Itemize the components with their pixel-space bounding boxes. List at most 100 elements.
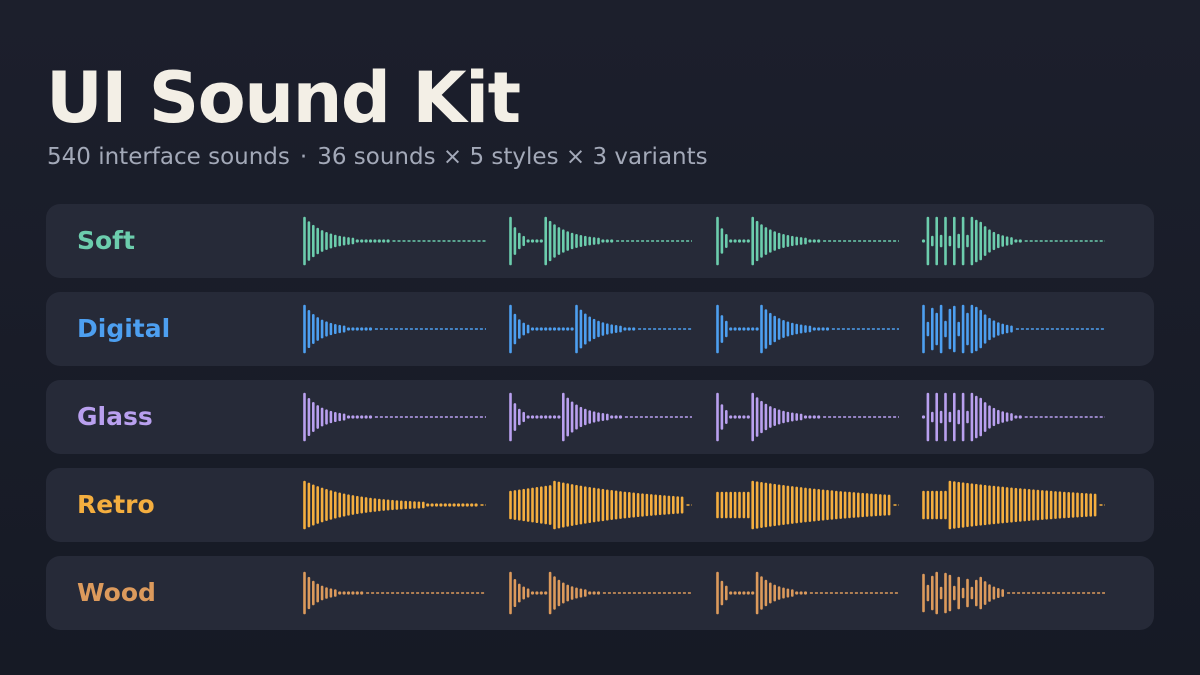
waveform-bar <box>434 503 439 507</box>
waveform-bar <box>737 415 742 419</box>
waveform-bar <box>733 327 737 331</box>
waveform-bar <box>601 239 605 243</box>
waveform-bar <box>825 327 830 331</box>
page-subtitle: 540 interface sounds · 36 sounds × 5 style… <box>47 142 708 172</box>
waveform-bar <box>729 591 733 595</box>
waveform-bar <box>530 327 535 331</box>
waveform-bar <box>812 239 816 243</box>
waveform-bar <box>368 327 373 331</box>
waveform-bar <box>817 415 821 419</box>
style-row-wood[interactable]: Wood <box>46 556 1154 630</box>
waveform-bar <box>627 327 631 331</box>
waveform-bar <box>821 327 825 331</box>
waveform-bar <box>817 327 821 331</box>
style-row-glass[interactable]: Glass <box>46 380 1154 454</box>
glass-waveform-2-icon[interactable] <box>508 387 694 447</box>
waveform-bar <box>921 239 926 243</box>
waveform-bar <box>1014 239 1018 243</box>
waveform-bar <box>535 415 539 419</box>
waveform-bar <box>557 327 561 331</box>
waveform-bar <box>799 591 803 595</box>
waveform-bar <box>746 415 750 419</box>
waveform-bar <box>465 503 469 507</box>
waveform-bar <box>360 327 364 331</box>
style-label-soft: Soft <box>77 226 136 255</box>
waveform-bar <box>535 327 539 331</box>
waveform-bar <box>355 415 359 419</box>
waveform-bar <box>364 327 368 331</box>
kit-breakdown: 36 sounds × 5 styles × 3 variants <box>317 144 708 170</box>
glass-waveform-4-icon[interactable] <box>921 387 1107 447</box>
waveform-bar <box>470 503 474 507</box>
glass-waveform-1-icon[interactable] <box>302 387 488 447</box>
waveform-bar <box>377 239 381 243</box>
waveform-bar <box>605 239 609 243</box>
soft-waveform-4-icon[interactable] <box>921 211 1107 271</box>
retro-waveform-3-icon[interactable] <box>715 475 901 535</box>
glass-waveform-3-icon[interactable] <box>715 387 901 447</box>
waveform-bar <box>733 591 737 595</box>
waveform-bar <box>351 591 355 595</box>
waveform-bar <box>623 327 627 331</box>
wood-waveform-4-icon[interactable] <box>921 563 1107 623</box>
waveform-bar <box>552 415 557 419</box>
waveform-bar <box>474 503 478 507</box>
waveform-bar <box>803 591 808 595</box>
waveform-bar <box>373 239 377 243</box>
waveform-bar <box>1018 415 1022 419</box>
waveform-bar <box>618 415 623 419</box>
waveform-bar <box>452 503 456 507</box>
waveform-bar <box>795 591 799 595</box>
sound-count: 540 interface sounds <box>47 144 290 170</box>
waveform-bar <box>614 415 618 419</box>
waveform-bar <box>548 327 552 331</box>
waveform-bar <box>430 503 434 507</box>
waveform-bar <box>808 415 812 419</box>
waveform-bar <box>360 415 364 419</box>
waveform-bar <box>733 415 737 419</box>
waveform-bar <box>461 503 465 507</box>
waveform-bar <box>755 327 759 331</box>
waveform-bar <box>729 327 733 331</box>
style-row-retro[interactable]: Retro <box>46 468 1154 542</box>
style-label-glass: Glass <box>77 402 153 431</box>
waveform-bar <box>610 415 614 419</box>
retro-waveform-4-icon[interactable] <box>921 475 1107 535</box>
waveform-bar <box>346 591 351 595</box>
wood-waveform-3-icon[interactable] <box>715 563 901 623</box>
style-row-digital[interactable]: Digital <box>46 292 1154 366</box>
waveform-bar <box>346 415 351 419</box>
style-label-digital: Digital <box>77 314 171 343</box>
waveform-bar <box>588 591 592 595</box>
waveform-bar <box>1014 415 1018 419</box>
waveform-bar <box>544 591 548 595</box>
soft-waveform-3-icon[interactable] <box>715 211 901 271</box>
soft-waveform-1-icon[interactable] <box>302 211 488 271</box>
waveform-bar <box>351 327 355 331</box>
waveform-bar <box>632 327 636 331</box>
waveform-bar <box>535 239 539 243</box>
soft-waveform-2-icon[interactable] <box>508 211 694 271</box>
digital-waveform-2-icon[interactable] <box>508 299 694 359</box>
digital-waveform-3-icon[interactable] <box>715 299 901 359</box>
waveform-bar <box>742 239 746 243</box>
waveform-bar <box>355 591 359 595</box>
waveform-bar <box>530 415 535 419</box>
waveform-bar <box>364 415 368 419</box>
retro-waveform-2-icon[interactable] <box>508 475 694 535</box>
digital-waveform-1-icon[interactable] <box>302 299 488 359</box>
waveform-bar <box>729 239 733 243</box>
style-label-wood: Wood <box>77 578 156 607</box>
wood-waveform-2-icon[interactable] <box>508 563 694 623</box>
waveform-bar <box>751 591 755 595</box>
waveform-bar <box>808 239 812 243</box>
waveform-bar <box>544 415 548 419</box>
waveform-bar <box>439 503 443 507</box>
waveform-bar <box>526 239 530 243</box>
waveform-bar <box>539 415 543 419</box>
retro-waveform-1-icon[interactable] <box>302 475 488 535</box>
digital-waveform-4-icon[interactable] <box>921 299 1107 359</box>
style-label-retro: Retro <box>77 490 155 519</box>
style-row-soft[interactable]: Soft <box>46 204 1154 278</box>
wood-waveform-1-icon[interactable] <box>302 563 488 623</box>
